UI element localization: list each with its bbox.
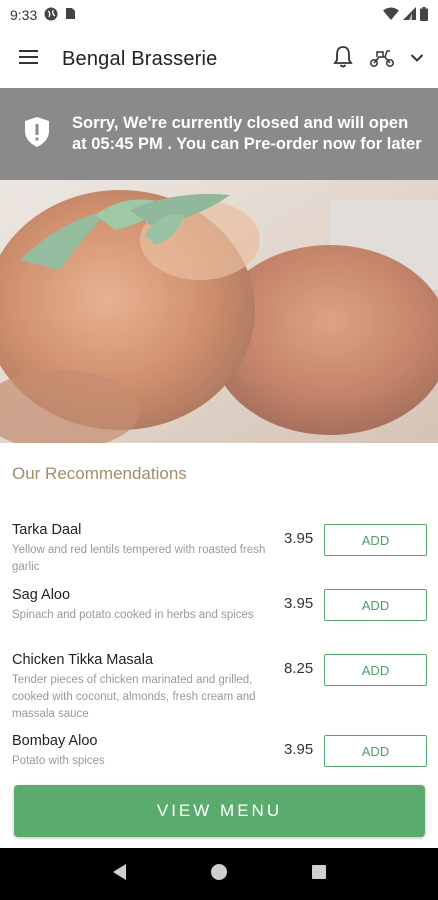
item-name: Tarka Daal — [12, 522, 82, 538]
item-name: Chicken Tikka Masala — [12, 652, 154, 668]
item-name: Bombay Aloo — [12, 733, 98, 749]
item-price: 3.95 — [284, 595, 314, 612]
app-bar: Bengal Brasserie — [0, 30, 438, 88]
item-price: 3.95 — [284, 530, 314, 547]
item-price: 8.25 — [284, 660, 314, 677]
page-title: Bengal Brasserie — [62, 47, 218, 70]
recents-icon[interactable] — [311, 864, 327, 885]
item-description: Potato with spices — [12, 755, 105, 767]
status-time: 9:33 — [10, 7, 38, 23]
bell-icon[interactable] — [332, 45, 354, 74]
item-description: Tender pieces of chicken marinated and g… — [12, 674, 256, 720]
item-description: Spinach and potato cooked in herbs and s… — [12, 609, 254, 621]
system-nav-bar — [0, 848, 438, 900]
wifi-icon — [383, 7, 399, 23]
signal-icon — [403, 7, 416, 23]
home-icon[interactable] — [210, 863, 228, 886]
battery-icon — [420, 6, 428, 24]
add-button[interactable]: ADD — [324, 524, 427, 556]
add-button[interactable]: ADD — [324, 654, 427, 686]
view-menu-button[interactable]: VIEW MENU — [14, 785, 425, 837]
closed-banner: Sorry, We're currently closed and will o… — [0, 88, 438, 180]
item-name: Sag Aloo — [12, 587, 71, 603]
sim-card-icon — [65, 7, 76, 23]
menu-icon[interactable] — [18, 49, 40, 70]
delivery-scooter-icon[interactable] — [368, 46, 396, 73]
shield-alert-icon — [24, 116, 50, 153]
add-button[interactable]: ADD — [324, 735, 427, 767]
grilled-chicken-photo — [0, 180, 438, 443]
item-price: 3.95 — [284, 741, 314, 758]
status-bar: 9:33 — [0, 0, 438, 30]
closed-message: Sorry, We're currently closed and will o… — [72, 114, 422, 153]
chevron-down-icon[interactable] — [410, 50, 424, 68]
back-icon[interactable] — [111, 863, 127, 886]
add-button[interactable]: ADD — [324, 589, 427, 621]
recommendations-title: Our Recommendations — [12, 464, 187, 483]
vpn-globe-icon — [44, 7, 58, 24]
item-description: Yellow and red lentils tempered with roa… — [12, 544, 266, 573]
